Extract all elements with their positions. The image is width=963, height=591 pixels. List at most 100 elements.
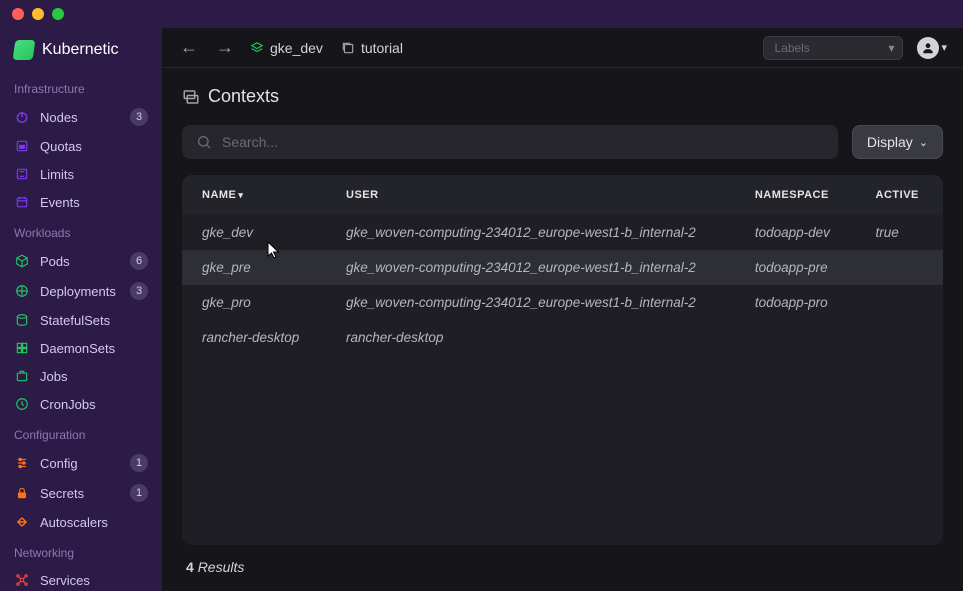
sort-caret-icon: ▾ xyxy=(238,190,243,200)
results-footer: 4 Results xyxy=(162,545,963,589)
sidebar-item-label: Autoscalers xyxy=(40,515,148,530)
cell-user: gke_woven-computing-234012_europe-west1-… xyxy=(326,250,735,285)
sidebar-item-label: Secrets xyxy=(40,486,120,501)
sidebar-item-deployments[interactable]: Deployments 3 xyxy=(0,276,162,306)
sidebar-item-jobs[interactable]: Jobs xyxy=(0,362,162,390)
page-title: Contexts xyxy=(208,86,279,107)
sidebar-item-label: Deployments xyxy=(40,284,120,299)
forward-button[interactable]: → xyxy=(214,35,236,60)
column-header-user[interactable]: USER xyxy=(326,175,735,215)
sidebar-item-label: Pods xyxy=(40,254,120,269)
cell-user: gke_woven-computing-234012_europe-west1-… xyxy=(326,215,735,250)
sidebar-item-label: Nodes xyxy=(40,110,120,125)
table-row[interactable]: rancher-desktoprancher-desktop xyxy=(182,320,943,355)
brand-icon xyxy=(13,40,36,60)
breadcrumb-label: gke_dev xyxy=(270,40,323,56)
sidebar-item-label: Config xyxy=(40,456,120,471)
cell-namespace: todoapp-dev xyxy=(735,215,856,250)
sidebar-item-pods[interactable]: Pods 6 xyxy=(0,246,162,276)
topbar: ← → gke_dev tutorial Labels ▾ xyxy=(162,28,963,68)
labels-placeholder: Labels xyxy=(774,41,809,55)
cell-namespace: todoapp-pre xyxy=(735,250,856,285)
chevron-down-icon: ⌄ xyxy=(919,136,928,149)
cell-user: rancher-desktop xyxy=(326,320,735,355)
display-button[interactable]: Display ⌄ xyxy=(852,125,943,159)
cell-name: gke_pre xyxy=(182,250,326,285)
brand: Kubernetic xyxy=(0,38,162,72)
sidebar-item-autoscalers[interactable]: Autoscalers xyxy=(0,508,162,536)
sidebar-item-label: Services xyxy=(40,573,148,588)
sidebar-item-label: DaemonSets xyxy=(40,341,148,356)
breadcrumb[interactable]: tutorial xyxy=(341,40,403,56)
search-input[interactable] xyxy=(222,134,824,150)
breadcrumb[interactable]: gke_dev xyxy=(250,40,323,56)
table-row[interactable]: gke_progke_woven-computing-234012_europe… xyxy=(182,285,943,320)
secret-icon xyxy=(14,485,30,501)
labels-dropdown[interactable]: Labels xyxy=(763,36,903,60)
sidebar-item-quotas[interactable]: Quotas xyxy=(0,132,162,160)
sidebar-group-header: Networking xyxy=(0,536,162,566)
sidebar-item-nodes[interactable]: Nodes3 xyxy=(0,102,162,132)
table-row[interactable]: gke_pregke_woven-computing-234012_europe… xyxy=(182,250,943,285)
cell-active xyxy=(856,250,943,285)
count-badge: 1 xyxy=(130,454,148,472)
back-button[interactable]: ← xyxy=(178,35,200,60)
column-header-name[interactable]: NAME▾ xyxy=(182,175,326,215)
results-label: Results xyxy=(198,559,245,575)
sidebar-group-header: Workloads xyxy=(0,216,162,246)
page-header: Contexts xyxy=(162,68,963,117)
sidebar-item-events[interactable]: Events xyxy=(0,188,162,216)
deploy-icon xyxy=(14,283,30,299)
service-icon xyxy=(14,572,30,588)
stack-icon xyxy=(341,41,355,55)
sidebar-item-label: CronJobs xyxy=(40,397,148,412)
close-window-button[interactable] xyxy=(12,8,24,20)
count-badge: 6 xyxy=(130,252,148,270)
sidebar: Kubernetic InfrastructureNodes3QuotasLim… xyxy=(0,28,162,591)
sidebar-item-cronjobs[interactable]: CronJobs xyxy=(0,390,162,418)
contexts-table: NAME▾USERNAMESPACEACTIVE gke_devgke_wove… xyxy=(182,175,943,545)
cell-name: gke_dev xyxy=(182,215,326,250)
sidebar-item-statefulsets[interactable]: StatefulSets xyxy=(0,306,162,334)
search-box[interactable] xyxy=(182,125,838,159)
column-header-namespace[interactable]: NAMESPACE xyxy=(735,175,856,215)
avatar xyxy=(917,37,939,59)
column-header-active[interactable]: ACTIVE xyxy=(856,175,943,215)
window-titlebar xyxy=(0,0,963,28)
sidebar-item-config[interactable]: Config 1 xyxy=(0,448,162,478)
sidebar-item-label: StatefulSets xyxy=(40,313,148,328)
count-badge: 1 xyxy=(130,484,148,502)
brand-name: Kubernetic xyxy=(42,41,119,59)
sidebar-item-label: Jobs xyxy=(40,369,148,384)
sidebar-item-label: Quotas xyxy=(40,139,148,154)
count-badge: 3 xyxy=(130,282,148,300)
cron-icon xyxy=(14,396,30,412)
cube-icon xyxy=(14,253,30,269)
display-button-label: Display xyxy=(867,134,913,150)
user-menu[interactable]: ▾ xyxy=(917,37,947,59)
breadcrumb-label: tutorial xyxy=(361,40,403,56)
table-row[interactable]: gke_devgke_woven-computing-234012_europe… xyxy=(182,215,943,250)
quota-icon xyxy=(14,138,30,154)
sidebar-item-daemonsets[interactable]: DaemonSets xyxy=(0,334,162,362)
daemon-icon xyxy=(14,340,30,356)
sidebar-item-secrets[interactable]: Secrets 1 xyxy=(0,478,162,508)
sidebar-group-header: Infrastructure xyxy=(0,72,162,102)
maximize-window-button[interactable] xyxy=(52,8,64,20)
chevron-down-icon: ▾ xyxy=(941,41,947,54)
event-icon xyxy=(14,194,30,210)
minimize-window-button[interactable] xyxy=(32,8,44,20)
sidebar-item-label: Events xyxy=(40,195,148,210)
layers-icon xyxy=(250,41,264,55)
cell-active: true xyxy=(856,215,943,250)
cell-active xyxy=(856,320,943,355)
cell-name: rancher-desktop xyxy=(182,320,326,355)
cell-namespace xyxy=(735,320,856,355)
sidebar-item-label: Limits xyxy=(40,167,148,182)
contexts-icon xyxy=(182,88,200,106)
sidebar-item-limits[interactable]: Limits xyxy=(0,160,162,188)
job-icon xyxy=(14,368,30,384)
scale-icon xyxy=(14,514,30,530)
results-count: 4 xyxy=(186,559,194,575)
sidebar-item-services[interactable]: Services xyxy=(0,566,162,591)
